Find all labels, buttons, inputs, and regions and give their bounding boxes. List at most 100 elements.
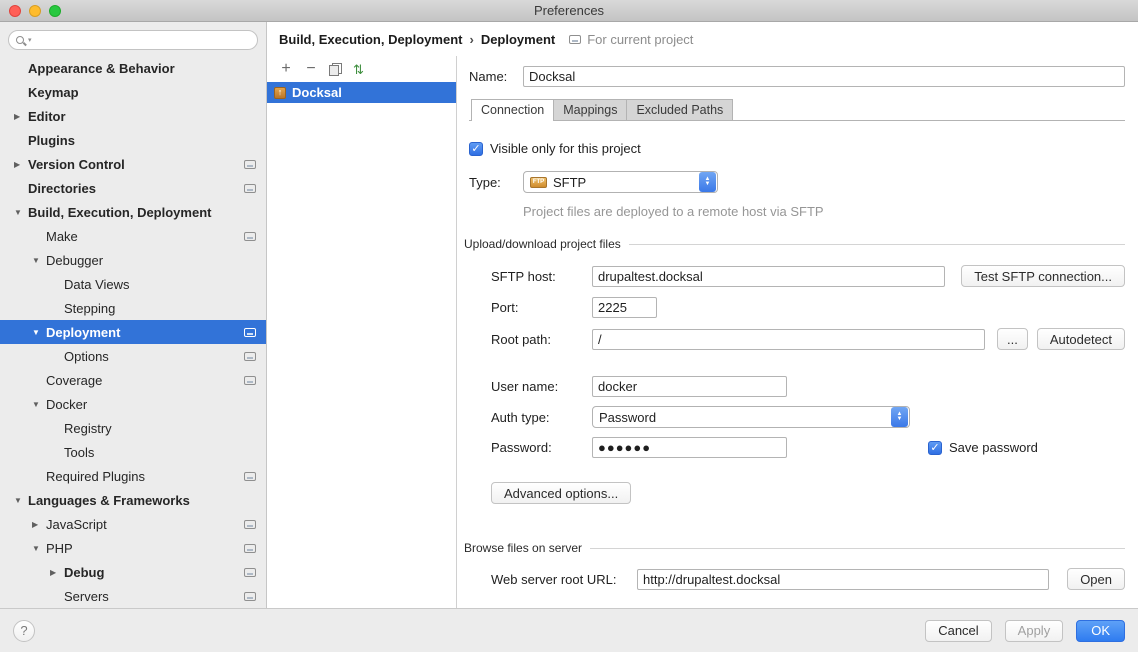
browse-section-label: Browse files on server: [464, 541, 582, 555]
tab-excluded-paths[interactable]: Excluded Paths: [626, 99, 733, 120]
remove-server-icon[interactable]: −: [304, 61, 318, 77]
autodetect-button[interactable]: Autodetect: [1037, 328, 1125, 350]
settings-search-input[interactable]: [36, 33, 251, 47]
type-dropdown[interactable]: FTP SFTP ▲▼: [523, 171, 718, 193]
help-button[interactable]: ?: [13, 620, 35, 642]
sidebar-item-label: Options: [64, 349, 109, 364]
sidebar-item-coverage[interactable]: Coverage: [0, 368, 266, 392]
name-field[interactable]: [523, 66, 1125, 87]
minimize-window-button[interactable]: [29, 5, 41, 17]
sidebar-item-label: Required Plugins: [46, 469, 145, 484]
settings-sidebar: ▾ Appearance & Behavior Keymap▶Editor Plug…: [0, 22, 267, 608]
search-caret-icon: ▾: [28, 36, 32, 44]
zoom-window-button[interactable]: [49, 5, 61, 17]
sidebar-item-tools[interactable]: Tools: [0, 440, 266, 464]
sidebar-item-debug[interactable]: ▶Debug: [0, 560, 266, 584]
breadcrumb-page: Deployment: [481, 32, 555, 47]
test-sftp-connection-button[interactable]: Test SFTP connection...: [961, 265, 1125, 287]
sidebar-item-deployment[interactable]: ▼Deployment: [0, 320, 266, 344]
sidebar-item-label: PHP: [46, 541, 73, 556]
sidebar-item-plugins[interactable]: Plugins: [0, 128, 266, 152]
copy-server-icon[interactable]: [329, 63, 342, 76]
shared-settings-icon: [244, 520, 256, 529]
shared-settings-icon: [244, 232, 256, 241]
chevron-right-icon[interactable]: ▶: [32, 520, 46, 529]
window-title: Preferences: [0, 3, 1138, 18]
user-name-field[interactable]: [592, 376, 787, 397]
reorder-servers-icon[interactable]: ⇅: [353, 63, 364, 76]
sidebar-item-directories[interactable]: Directories: [0, 176, 266, 200]
sftp-host-field[interactable]: [592, 266, 945, 287]
visible-project-checkbox[interactable]: ✓: [469, 142, 483, 156]
port-field[interactable]: [592, 297, 657, 318]
chevron-down-icon[interactable]: ▼: [32, 400, 46, 409]
apply-button[interactable]: Apply: [1005, 620, 1064, 642]
save-password-group: ✓ Save password: [928, 440, 1038, 455]
auth-dropdown-stepper-icon[interactable]: ▲▼: [891, 407, 908, 427]
type-dropdown-stepper-icon[interactable]: ▲▼: [699, 172, 716, 192]
password-field[interactable]: [592, 437, 787, 458]
sidebar-item-keymap[interactable]: Keymap: [0, 80, 266, 104]
web-root-label: Web server root URL:: [491, 572, 637, 587]
sidebar-item-build-execution-deployment[interactable]: ▼Build, Execution, Deployment: [0, 200, 266, 224]
chevron-down-icon[interactable]: ▼: [32, 328, 46, 337]
open-button[interactable]: Open: [1067, 568, 1125, 590]
sidebar-item-editor[interactable]: ▶Editor: [0, 104, 266, 128]
sidebar-item-label: Registry: [64, 421, 112, 436]
sidebar-item-docker[interactable]: ▼Docker: [0, 392, 266, 416]
sidebar-item-debugger[interactable]: ▼Debugger: [0, 248, 266, 272]
tab-connection[interactable]: Connection: [471, 99, 554, 121]
sidebar-item-registry[interactable]: Registry: [0, 416, 266, 440]
chevron-right-icon[interactable]: ▶: [14, 160, 28, 169]
chevron-down-icon[interactable]: ▼: [32, 256, 46, 265]
browse-section-header: Browse files on server: [464, 541, 1125, 555]
sidebar-item-make[interactable]: Make: [0, 224, 266, 248]
settings-tree: Appearance & Behavior Keymap▶Editor Plugin…: [0, 56, 266, 608]
close-window-button[interactable]: [9, 5, 21, 17]
auth-type-dropdown[interactable]: Password ▲▼: [592, 406, 910, 428]
sidebar-item-label: Debug: [64, 565, 104, 580]
root-path-field[interactable]: [592, 329, 985, 350]
sidebar-item-label: Debugger: [46, 253, 103, 268]
add-server-icon[interactable]: +: [279, 61, 293, 77]
server-list: Docksal: [267, 82, 456, 608]
titlebar: Preferences: [0, 0, 1138, 22]
sidebar-item-appearance-behavior[interactable]: Appearance & Behavior: [0, 56, 266, 80]
user-name-label: User name:: [491, 379, 592, 394]
sidebar-item-version-control[interactable]: ▶Version Control: [0, 152, 266, 176]
chevron-down-icon[interactable]: ▼: [14, 496, 28, 505]
sidebar-item-label: Appearance & Behavior: [28, 61, 175, 76]
web-root-field[interactable]: [637, 569, 1049, 590]
sidebar-item-required-plugins[interactable]: Required Plugins: [0, 464, 266, 488]
browse-root-button[interactable]: ...: [997, 328, 1028, 350]
cancel-button[interactable]: Cancel: [925, 620, 991, 642]
shared-settings-icon: [244, 328, 256, 337]
sftp-host-label: SFTP host:: [491, 269, 592, 284]
shared-settings-icon: [244, 568, 256, 577]
scope-indicator: For current project: [569, 32, 693, 47]
breadcrumb-separator-icon: ›: [469, 32, 473, 47]
ok-button[interactable]: OK: [1076, 620, 1125, 642]
tab-mappings[interactable]: Mappings: [553, 99, 627, 120]
advanced-options-button[interactable]: Advanced options...: [491, 482, 631, 504]
breadcrumb-section[interactable]: Build, Execution, Deployment: [279, 32, 462, 47]
chevron-right-icon[interactable]: ▶: [50, 568, 64, 577]
upload-section-header: Upload/download project files: [464, 237, 1125, 251]
sidebar-item-stepping[interactable]: Stepping: [0, 296, 266, 320]
server-toolbar: + − ⇅: [267, 56, 456, 82]
sidebar-item-options[interactable]: Options: [0, 344, 266, 368]
scope-label: For current project: [587, 32, 693, 47]
chevron-right-icon[interactable]: ▶: [14, 112, 28, 121]
sidebar-item-javascript[interactable]: ▶JavaScript: [0, 512, 266, 536]
sidebar-item-label: Plugins: [28, 133, 75, 148]
save-password-checkbox[interactable]: ✓: [928, 441, 942, 455]
server-list-item-docksal[interactable]: Docksal: [267, 82, 456, 103]
dialog-footer: ? Cancel Apply OK: [0, 608, 1138, 652]
chevron-down-icon[interactable]: ▼: [14, 208, 28, 217]
sidebar-item-php[interactable]: ▼PHP: [0, 536, 266, 560]
sidebar-item-servers[interactable]: Servers: [0, 584, 266, 608]
settings-search[interactable]: ▾: [8, 30, 258, 50]
sidebar-item-languages-frameworks[interactable]: ▼Languages & Frameworks: [0, 488, 266, 512]
chevron-down-icon[interactable]: ▼: [32, 544, 46, 553]
sidebar-item-data-views[interactable]: Data Views: [0, 272, 266, 296]
